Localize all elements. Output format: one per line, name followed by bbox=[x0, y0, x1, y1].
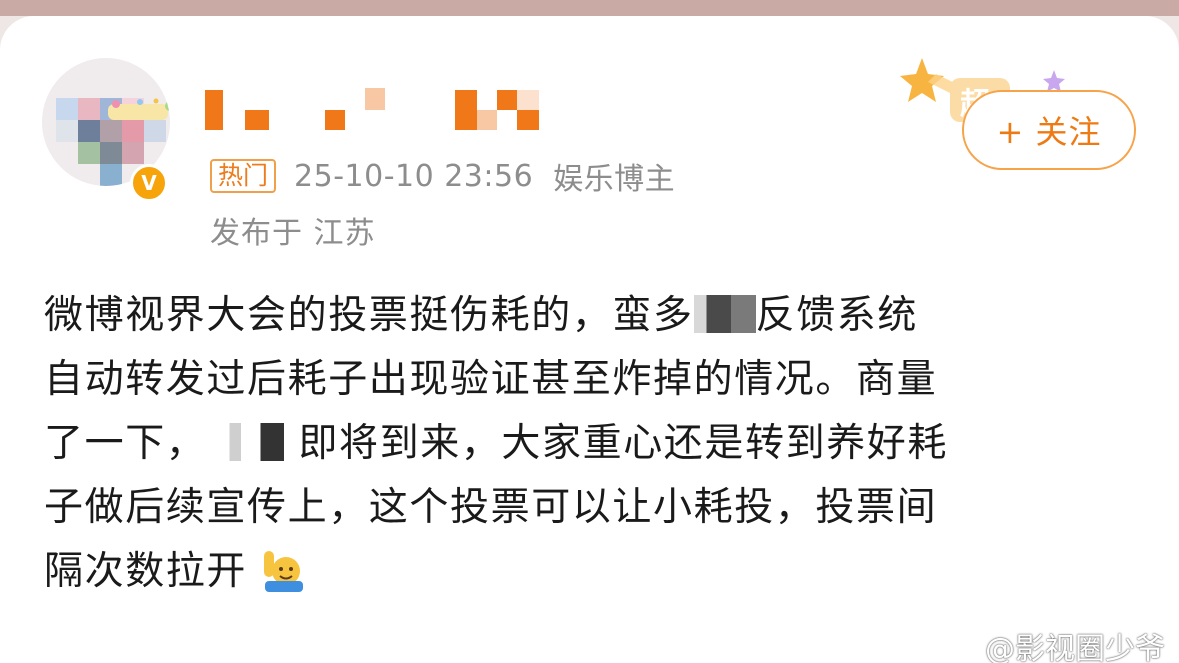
post-line: 隔次数拉开 bbox=[44, 540, 1114, 604]
hot-badge: 热门 bbox=[210, 159, 277, 193]
redacted-text bbox=[206, 422, 285, 461]
raising-hand-emoji-icon bbox=[264, 550, 304, 592]
post-line: 子做后续宣传上，这个投票可以让小耗投，投票间 bbox=[44, 485, 938, 530]
username-redacted[interactable] bbox=[205, 88, 565, 132]
redacted-text bbox=[693, 294, 756, 333]
post-timestamp: 25-10-10 23:56 bbox=[294, 158, 534, 194]
follow-button[interactable]: + 关注 bbox=[962, 90, 1136, 170]
weibo-post-card: V 热门 25-10-10 23:56 娱乐博主 发布于 江苏 超 bbox=[0, 16, 1179, 663]
weibo-watermark: @影视圈少爷 bbox=[939, 624, 1165, 663]
post-body: 微博视界大会的投票挺伤耗的，蛮多 反馈系统 自动转发过后耗子出现验证甚至炸掉的情况… bbox=[44, 284, 1114, 604]
post-line: 了一下， 即将到来，大家重心还是转到养好耗 bbox=[44, 421, 949, 466]
avatar-logo-icon bbox=[108, 98, 170, 120]
weibo-logo-icon bbox=[940, 635, 977, 661]
post-location: 发布于 江苏 bbox=[210, 216, 376, 251]
post-meta: 热门 25-10-10 23:56 娱乐博主 bbox=[210, 156, 676, 197]
post-line: 微博视界大会的投票挺伤耗的，蛮多 反馈系统 bbox=[44, 293, 919, 338]
screen: V 热门 25-10-10 23:56 娱乐博主 发布于 江苏 超 bbox=[0, 0, 1179, 663]
post-line: 自动转发过后耗子出现验证甚至炸掉的情况。商量 bbox=[44, 357, 938, 402]
verified-badge-icon: V bbox=[130, 164, 168, 202]
watermark-text: @影视圈少爷 bbox=[985, 632, 1165, 663]
author-role: 娱乐博主 bbox=[553, 162, 676, 197]
